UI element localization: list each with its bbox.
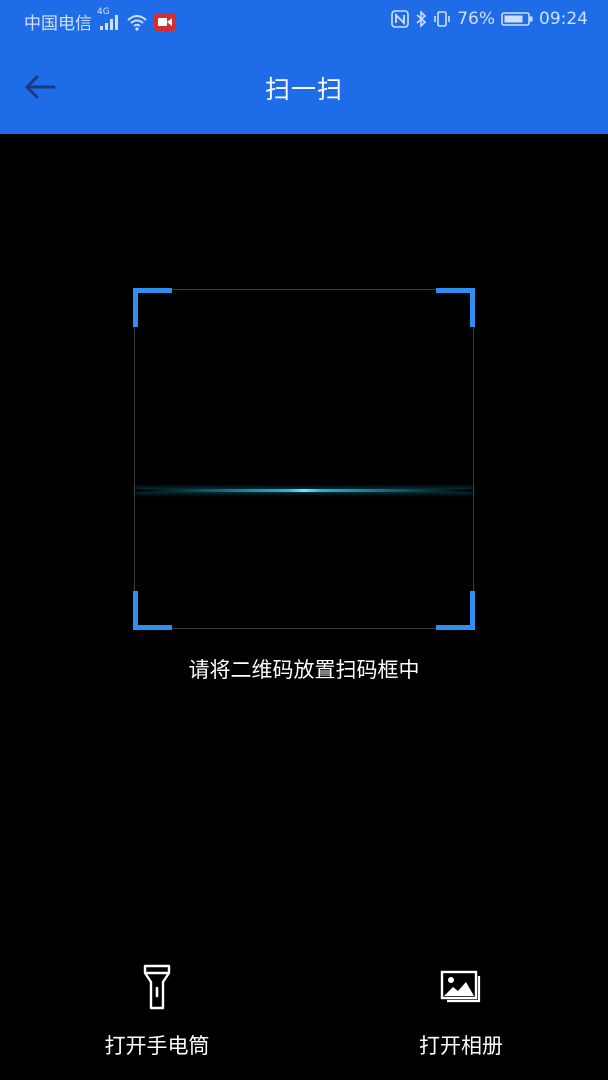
scan-frame-corner-top-left: [133, 288, 172, 327]
scan-frame-corner-top-right: [436, 288, 475, 327]
clock: 09:24: [539, 9, 588, 29]
scan-frame-corner-bottom-right: [436, 591, 475, 630]
vibrate-icon: [433, 10, 451, 28]
status-bar-right: 76% 09:24: [391, 9, 588, 29]
scan-line: [135, 489, 473, 492]
wifi-icon: [126, 13, 148, 31]
app-bar: 扫一扫: [0, 42, 608, 134]
scan-hint: 请将二维码放置扫码框中: [188, 658, 420, 682]
battery-percent: 76%: [457, 9, 495, 29]
open-flashlight-button[interactable]: 打开手电筒: [57, 962, 257, 1062]
scan-screen: 中国电信 4G 76% 09:24 扫一扫 请将二维码放置扫码框中 打开手电筒 …: [0, 0, 608, 1080]
bluetooth-icon: [415, 10, 427, 28]
status-bar: 中国电信 4G 76% 09:24: [0, 0, 608, 42]
battery-icon: [501, 11, 533, 27]
photo-album-icon: [361, 962, 561, 1012]
scan-frame-corner-bottom-left: [133, 591, 172, 630]
page-title: 扫一扫: [264, 75, 343, 104]
flashlight-icon: [57, 962, 257, 1012]
open-album-button[interactable]: 打开相册: [361, 962, 561, 1062]
open-album-label: 打开相册: [419, 1034, 503, 1058]
signal-icon: 4G: [97, 7, 120, 31]
screen-record-icon: [154, 12, 176, 31]
open-flashlight-label: 打开手电筒: [104, 1034, 210, 1058]
network-type: 4G: [97, 6, 110, 17]
header: 中国电信 4G 76% 09:24 扫一扫: [0, 0, 608, 134]
nfc-icon: [391, 10, 410, 28]
carrier-name: 中国电信: [24, 14, 92, 34]
status-bar-left: 中国电信 4G: [24, 7, 176, 34]
scan-frame: [133, 288, 475, 630]
